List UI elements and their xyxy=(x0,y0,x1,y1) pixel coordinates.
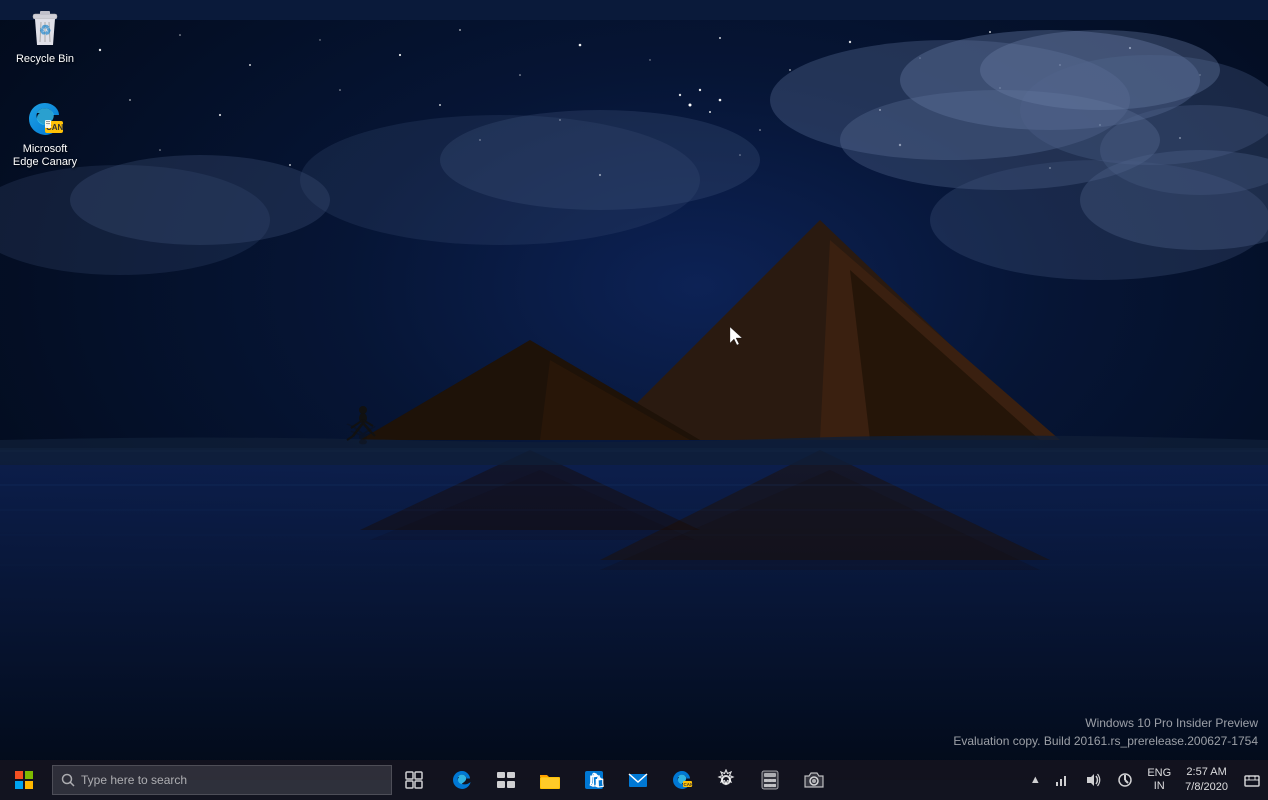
search-icon xyxy=(61,773,75,787)
pinned-edge-canary[interactable]: CAN xyxy=(660,760,704,800)
pinned-apps: 🛍 xyxy=(436,760,1025,800)
desktop: Windows 10 Pro Insider Preview Evaluatio… xyxy=(0,0,1268,800)
pinned-settings[interactable] xyxy=(704,760,748,800)
edge-app-icon xyxy=(450,768,474,792)
taskbar: Type here to search xyxy=(0,760,1268,800)
svg-text:CAN: CAN xyxy=(684,782,694,787)
watermark-line1: Windows 10 Pro Insider Preview xyxy=(953,714,1258,732)
pinned-taskview2[interactable] xyxy=(484,760,528,800)
time-display: 2:57 AM xyxy=(1186,765,1226,780)
search-placeholder: Type here to search xyxy=(81,773,187,787)
task-view-button[interactable] xyxy=(392,760,436,800)
pinned-mail[interactable] xyxy=(616,760,660,800)
watermark: Windows 10 Pro Insider Preview Evaluatio… xyxy=(953,714,1258,750)
date-display: 7/8/2020 xyxy=(1185,780,1228,795)
volume-icon[interactable] xyxy=(1077,760,1109,800)
power-icon[interactable] xyxy=(1109,760,1141,800)
task-view-icon xyxy=(405,771,423,789)
recycle-bin-icon[interactable]: ♻ Recycle Bin xyxy=(5,5,85,70)
settings-icon xyxy=(714,768,738,792)
recycle-bin-label: Recycle Bin xyxy=(16,53,74,66)
clock[interactable]: 2:57 AM 7/8/2020 xyxy=(1177,760,1236,800)
recycle-bin-image: ♻ xyxy=(25,9,65,49)
pinned-store[interactable]: 🛍 xyxy=(572,760,616,800)
region-code: IN xyxy=(1154,780,1165,793)
start-button[interactable] xyxy=(0,760,48,800)
system-tray: ▲ xyxy=(1025,760,1268,800)
file-explorer-icon xyxy=(538,768,562,792)
network-icon[interactable] xyxy=(1045,760,1077,800)
search-bar[interactable]: Type here to search xyxy=(52,765,392,795)
notification-button[interactable] xyxy=(1236,760,1268,800)
pinned-file-explorer[interactable] xyxy=(528,760,572,800)
pinned-calculator[interactable] xyxy=(748,760,792,800)
taskview2-icon xyxy=(494,768,518,792)
mail-icon xyxy=(626,768,650,792)
edge-canary-taskbar-icon: CAN xyxy=(670,768,694,792)
show-hidden-icons-button[interactable]: ▲ xyxy=(1025,760,1045,800)
language-code: ENG xyxy=(1147,767,1171,780)
camera-icon xyxy=(802,768,826,792)
edge-canary-image: CAN xyxy=(25,99,65,139)
language-indicator[interactable]: ENG IN xyxy=(1141,760,1177,800)
calculator-icon xyxy=(758,768,782,792)
pinned-edge[interactable] xyxy=(440,760,484,800)
svg-text:🛍: 🛍 xyxy=(588,772,605,788)
svg-text:♻: ♻ xyxy=(39,22,52,38)
edge-canary-icon[interactable]: CAN MicrosoftEdge Canary xyxy=(5,95,85,173)
watermark-line2: Evaluation copy. Build 20161.rs_prerelea… xyxy=(953,732,1258,750)
pinned-camera[interactable] xyxy=(792,760,836,800)
store-icon: 🛍 xyxy=(582,768,606,792)
notification-icon xyxy=(1244,772,1260,788)
edge-canary-label: MicrosoftEdge Canary xyxy=(13,143,77,169)
